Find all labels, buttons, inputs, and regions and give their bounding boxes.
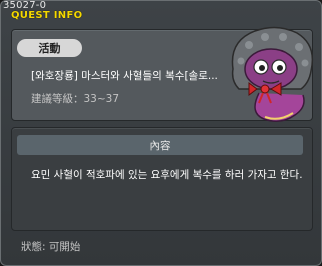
window-title: QUEST INFO (11, 10, 83, 21)
quest-status: 狀態: 可開始 (21, 241, 81, 253)
recommended-level: 建議等級：33~37 (31, 93, 120, 105)
quest-info-window: 35027-0 QUEST INFO 活動 [와호장룡] 마스터와 사혈들의 복… (0, 0, 322, 266)
content-section-header: 內容 (17, 135, 303, 155)
quest-name: [와호장룡] 마스터와 사혈들의 복수[솔로... (31, 70, 218, 82)
npc-portrait (231, 26, 314, 122)
quest-category-tag: 活動 (17, 39, 82, 57)
quest-description: 요민 사혈이 적호파에 있는 요후에게 복수를 하러 가자고 한다. (31, 169, 303, 181)
